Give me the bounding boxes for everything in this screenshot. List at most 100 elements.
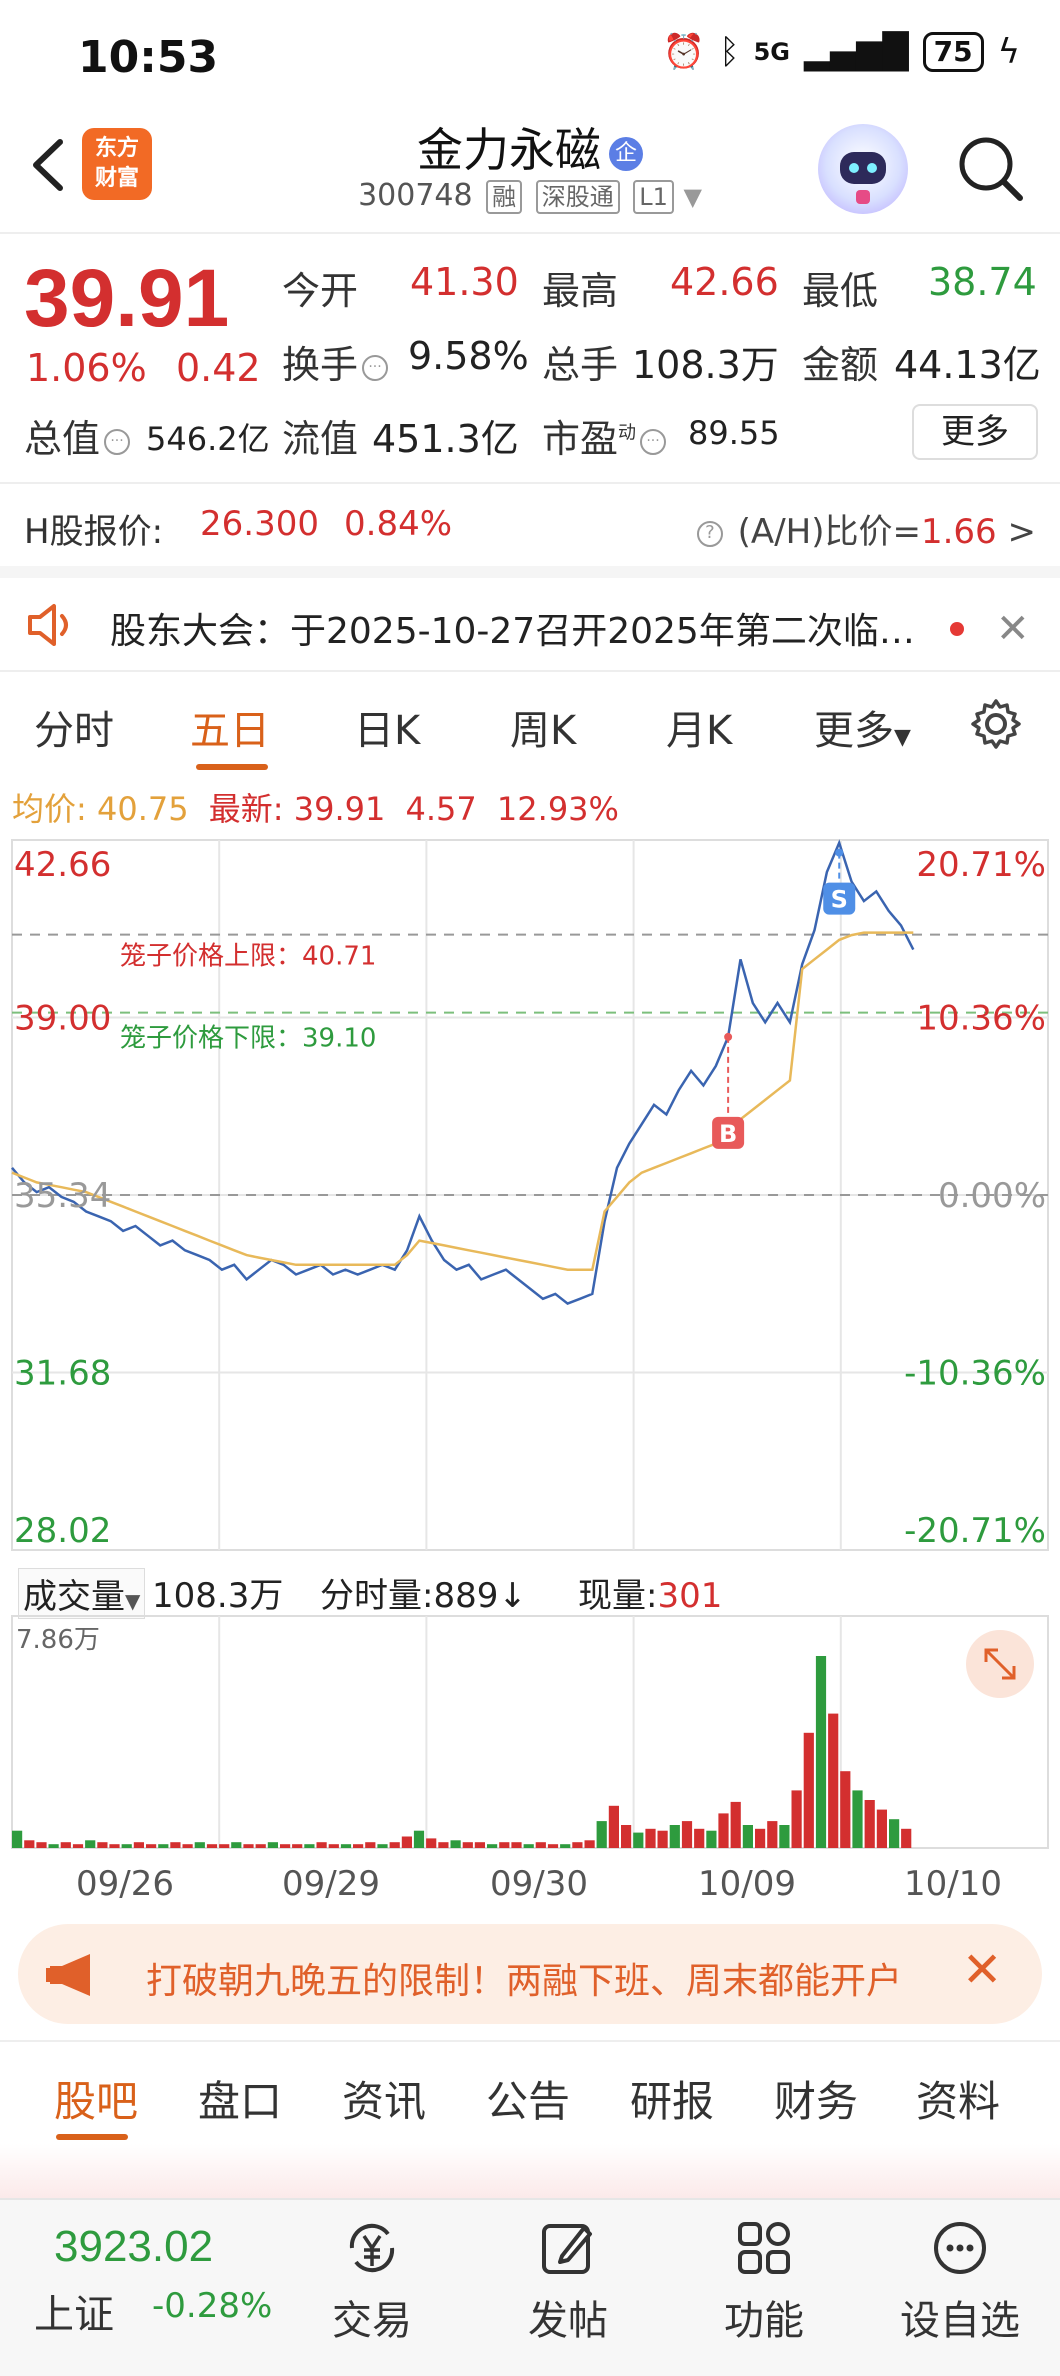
volume-bar [584,1840,595,1848]
gear-icon[interactable] [970,698,1022,750]
float-label: 流值 [282,417,359,461]
volume-bar [267,1842,278,1848]
volume-bar [72,1844,84,1848]
ai-assistant-avatar[interactable] [818,124,908,214]
search-icon[interactable] [952,130,1028,206]
tab-monthly-k[interactable]: 月K [666,698,732,756]
tab-profile[interactable]: 资料 [916,2068,1000,2129]
tick-volume-value: 889 [433,1576,499,1616]
bottom-nav: 3923.02 上证 -0.28% 交易 发帖 功能 设自选 [0,2198,1060,2376]
current-volume-value: 301 [657,1576,723,1616]
trade-marker-label: B [719,1120,737,1148]
pe-label: 市盈动 ··· [542,408,670,463]
chevron-down-icon: ▼ [683,183,702,211]
volume-bar [547,1844,559,1848]
tab-five-day[interactable]: 五日 [190,698,270,756]
expand-icon[interactable] [966,1630,1034,1698]
tab-financials[interactable]: 财务 [774,2068,858,2129]
alarm-icon: ⏰ [662,32,706,72]
y-axis-left-tick: 31.68 [14,1354,111,1394]
h-share-pct: 0.84% [344,504,453,544]
volume-bar [194,1842,205,1848]
info-icon[interactable]: ··· [104,428,131,455]
close-icon[interactable]: ✕ [996,606,1030,652]
h-share-row[interactable]: H股报价: 26.300 0.84% ? (A/H)比价=1.66 > [0,482,1060,566]
volume-bar [413,1830,425,1848]
more-dots-icon [934,2222,986,2274]
volume-bar [255,1844,266,1848]
tab-weekly-k[interactable]: 周K [510,698,576,756]
margin-tag: 融 [486,180,523,214]
volume-frame [11,1615,1049,1849]
nav-watchlist-label: 设自选 [900,2298,1020,2344]
volume-bar [852,1790,863,1848]
nav-functions[interactable]: 功能 [694,2216,834,2346]
more-button[interactable]: 更多 [912,404,1038,460]
turnover-label: 换手 ··· [282,334,392,389]
tick-volume: 分时量:889↓ [320,1568,527,1617]
volume-bar [694,1828,705,1848]
float-value: 451.3亿 [372,417,519,461]
help-icon[interactable]: ? [696,520,723,547]
mcap-label-text: 总值 [24,417,101,461]
close-icon[interactable]: ✕ [962,1942,1002,1998]
y-axis-right-tick: 0.00% [938,1176,1046,1216]
low-value: 38.74 [928,260,1037,304]
volume-bar [377,1844,388,1848]
stock-name: 金力永磁 [417,123,601,177]
tab-daily-k[interactable]: 日K [354,698,420,756]
current-volume: 现量:301 [578,1568,722,1617]
volume-bar [182,1844,193,1848]
amount-value: 44.13亿 [894,343,1041,387]
tab-more[interactable]: 更多▼ [814,698,911,756]
volume-max-label: 7.86万 [16,1625,100,1655]
high-label: 最高 [542,269,619,313]
nav-watchlist[interactable]: 设自选 [890,2216,1030,2346]
index-pct: -0.28% [152,2286,273,2326]
feed-preview [0,2144,1060,2200]
stock-code: 300748 [358,178,473,213]
turnover-label-text: 换手 [282,343,359,387]
limit-down-label: 笼子价格下限：39.10 [120,1024,376,1054]
notice-bar[interactable]: 股东大会：于2025-10-27召开2025年第二次临时股东大会 ✕ [0,566,1060,670]
nav-post[interactable]: 发帖 [498,2216,638,2346]
volume-bar [657,1830,668,1848]
y-axis-right-tick: -20.71% [904,1511,1046,1551]
volume-bar [206,1844,218,1848]
volume-bar [487,1844,498,1848]
charging-icon: ϟ [997,32,1020,72]
down-arrow-icon: ↓ [498,1576,527,1616]
volume-bar [608,1805,619,1848]
avg-label: 均价: [12,790,87,828]
enterprise-badge: 企 [609,136,643,171]
latest-change: 4.57 [405,790,477,828]
level-tag: L1 [633,180,674,214]
price-chart[interactable]: 42.66 20.71% 39.00 10.36% 35.34 0.00% 31.68 -10… [0,836,1060,1556]
tab-forum[interactable]: 股吧 [54,2068,138,2129]
nav-trade[interactable]: 交易 [302,2216,442,2346]
info-icon[interactable]: ··· [640,428,667,455]
tab-news[interactable]: 资讯 [342,2068,426,2129]
volume-bar [889,1819,900,1848]
volume-chart[interactable]: 7.86万 [0,1612,1060,1862]
volume-bar [511,1842,522,1848]
y-axis-right-tick: -10.36% [904,1354,1046,1394]
tab-intraday[interactable]: 分时 [34,698,114,756]
chevron-right-icon: > [1007,512,1037,552]
tab-order-book[interactable]: 盘口 [198,2068,282,2129]
trade-marker-dot [835,848,844,857]
volume-bar [815,1656,827,1848]
tab-research[interactable]: 研报 [630,2068,714,2129]
volume-bar [462,1842,473,1848]
volume-bar [36,1842,47,1848]
tab-announcements[interactable]: 公告 [486,2068,570,2129]
promo-banner[interactable]: 打破朝九晚五的限制！两融下班、周末都能开户 ✕ [18,1924,1042,2024]
ah-ratio: ? (A/H)比价=1.66 > [693,504,1036,553]
volume-header: 成交量▼ 108.3万 分时量:889↓ 现量:301 [0,1560,1060,1619]
volume-bar [24,1840,35,1848]
volume-bar [560,1844,571,1848]
date-tick: 10/09 [698,1864,796,1904]
info-icon[interactable]: ··· [362,354,389,381]
volume-bar [742,1825,753,1848]
volume-bar [876,1809,887,1848]
